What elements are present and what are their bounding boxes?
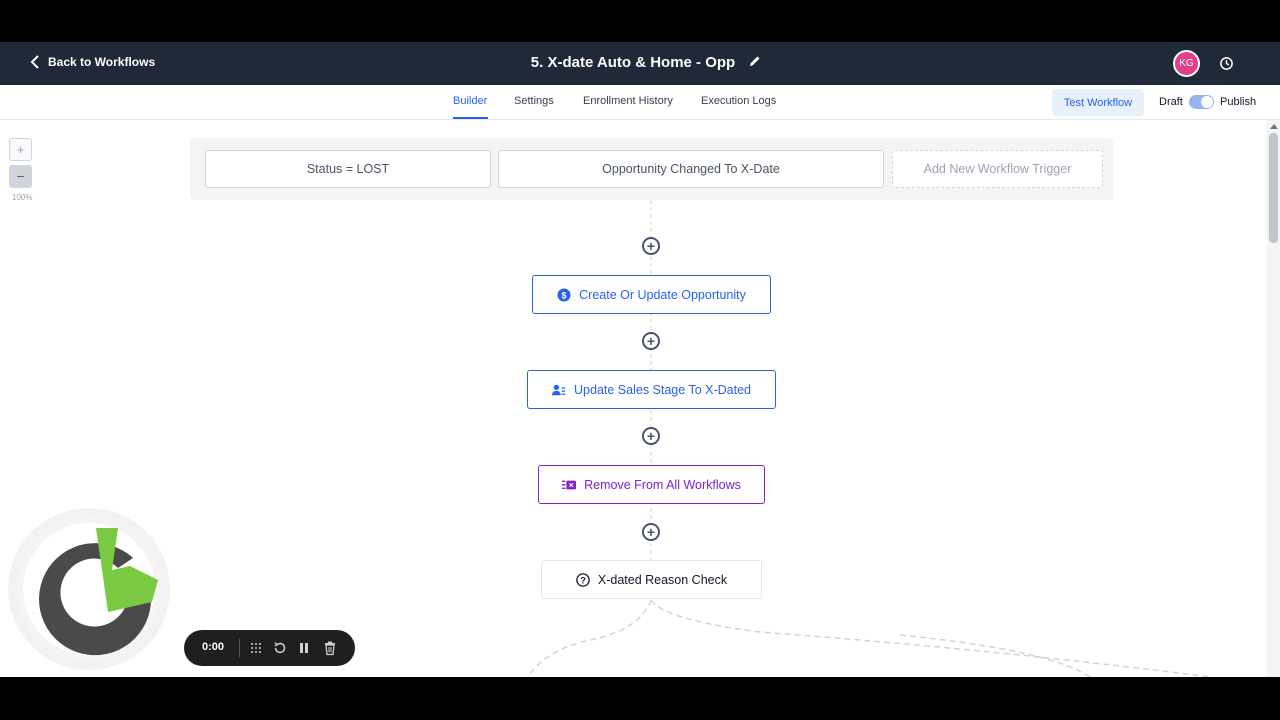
recording-time: 0:00 bbox=[202, 641, 225, 653]
plus-icon: + bbox=[646, 237, 656, 254]
step-x-dated-reason-check[interactable]: ? X-dated Reason Check bbox=[541, 560, 762, 599]
publish-label: Publish bbox=[1220, 96, 1257, 108]
trigger-opportunity-changed[interactable]: Opportunity Changed To X-Date bbox=[498, 150, 884, 188]
tab-builder[interactable]: Builder bbox=[453, 95, 487, 107]
add-trigger-button[interactable]: Add New Workflow Trigger bbox=[892, 150, 1103, 188]
zoom-in-button[interactable]: + bbox=[9, 138, 32, 161]
pause-icon[interactable] bbox=[296, 640, 312, 656]
avatar-initials: KG bbox=[1179, 58, 1194, 69]
pencil-icon[interactable] bbox=[749, 54, 761, 71]
test-workflow-button[interactable]: Test Workflow bbox=[1052, 89, 1144, 116]
svg-text:$: $ bbox=[562, 290, 567, 300]
screen-recorder-controls: 0:00 bbox=[184, 630, 355, 666]
trigger-panel: Status = LOST Opportunity Changed To X-D… bbox=[190, 138, 1113, 200]
brand-logo-watermark bbox=[8, 508, 170, 670]
workflow-title-bar: 5. X-date Auto & Home - Opp bbox=[0, 54, 1280, 71]
video-letterbox-top bbox=[0, 0, 1280, 42]
add-step-button[interactable]: + bbox=[642, 332, 660, 350]
publish-toggle[interactable] bbox=[1189, 95, 1214, 109]
step-update-sales-stage[interactable]: Update Sales Stage To X-Dated bbox=[527, 370, 776, 409]
user-list-icon bbox=[552, 384, 566, 395]
top-navigation-bar: Back to Workflows 5. X-date Auto & Home … bbox=[0, 42, 1280, 85]
step-label: Remove From All Workflows bbox=[584, 477, 741, 492]
history-icon[interactable] bbox=[1219, 56, 1234, 71]
toggle-knob bbox=[1201, 96, 1213, 108]
remove-workflow-icon bbox=[562, 480, 577, 489]
tab-execution-logs[interactable]: Execution Logs bbox=[701, 95, 776, 107]
workflow-canvas[interactable]: + − 100% Status = LOST Opportunity Chang… bbox=[0, 120, 1280, 677]
zoom-level: 100% bbox=[12, 193, 33, 202]
svg-text:?: ? bbox=[580, 575, 585, 585]
plus-icon: + bbox=[646, 332, 656, 349]
question-icon: ? bbox=[576, 572, 590, 587]
trigger-status-lost[interactable]: Status = LOST bbox=[205, 150, 491, 188]
restart-icon[interactable] bbox=[272, 640, 288, 656]
recorder-divider bbox=[239, 639, 240, 657]
step-label: Update Sales Stage To X-Dated bbox=[574, 382, 751, 397]
step-remove-from-all-workflows[interactable]: Remove From All Workflows bbox=[538, 465, 765, 504]
grid-drag-icon[interactable] bbox=[248, 640, 264, 656]
active-tab-indicator bbox=[453, 117, 488, 119]
add-step-button[interactable]: + bbox=[642, 523, 660, 541]
trash-icon[interactable] bbox=[322, 640, 338, 656]
step-label: X-dated Reason Check bbox=[597, 572, 728, 587]
step-create-update-opportunity[interactable]: $ Create Or Update Opportunity bbox=[532, 275, 771, 314]
workflow-title: 5. X-date Auto & Home - Opp bbox=[530, 54, 736, 71]
plus-icon: + bbox=[646, 427, 656, 444]
step-label: Create Or Update Opportunity bbox=[579, 287, 746, 302]
add-step-button[interactable]: + bbox=[642, 427, 660, 445]
plus-icon: + bbox=[646, 523, 656, 540]
scrollbar-thumb[interactable] bbox=[1269, 133, 1278, 243]
dollar-icon: $ bbox=[557, 288, 571, 301]
add-step-button[interactable]: + bbox=[642, 237, 660, 255]
tab-settings[interactable]: Settings bbox=[514, 95, 554, 107]
tab-bar: Builder Settings Enrollment History Exec… bbox=[0, 85, 1280, 120]
zoom-out-button[interactable]: − bbox=[9, 165, 32, 188]
user-avatar[interactable]: KG bbox=[1173, 50, 1200, 77]
logo-icon bbox=[17, 517, 161, 661]
draft-label: Draft bbox=[1159, 96, 1183, 108]
scroll-up-arrow[interactable] bbox=[1270, 124, 1278, 129]
tab-enrollment-history[interactable]: Enrollment History bbox=[583, 95, 673, 107]
video-letterbox-bottom bbox=[0, 677, 1280, 720]
